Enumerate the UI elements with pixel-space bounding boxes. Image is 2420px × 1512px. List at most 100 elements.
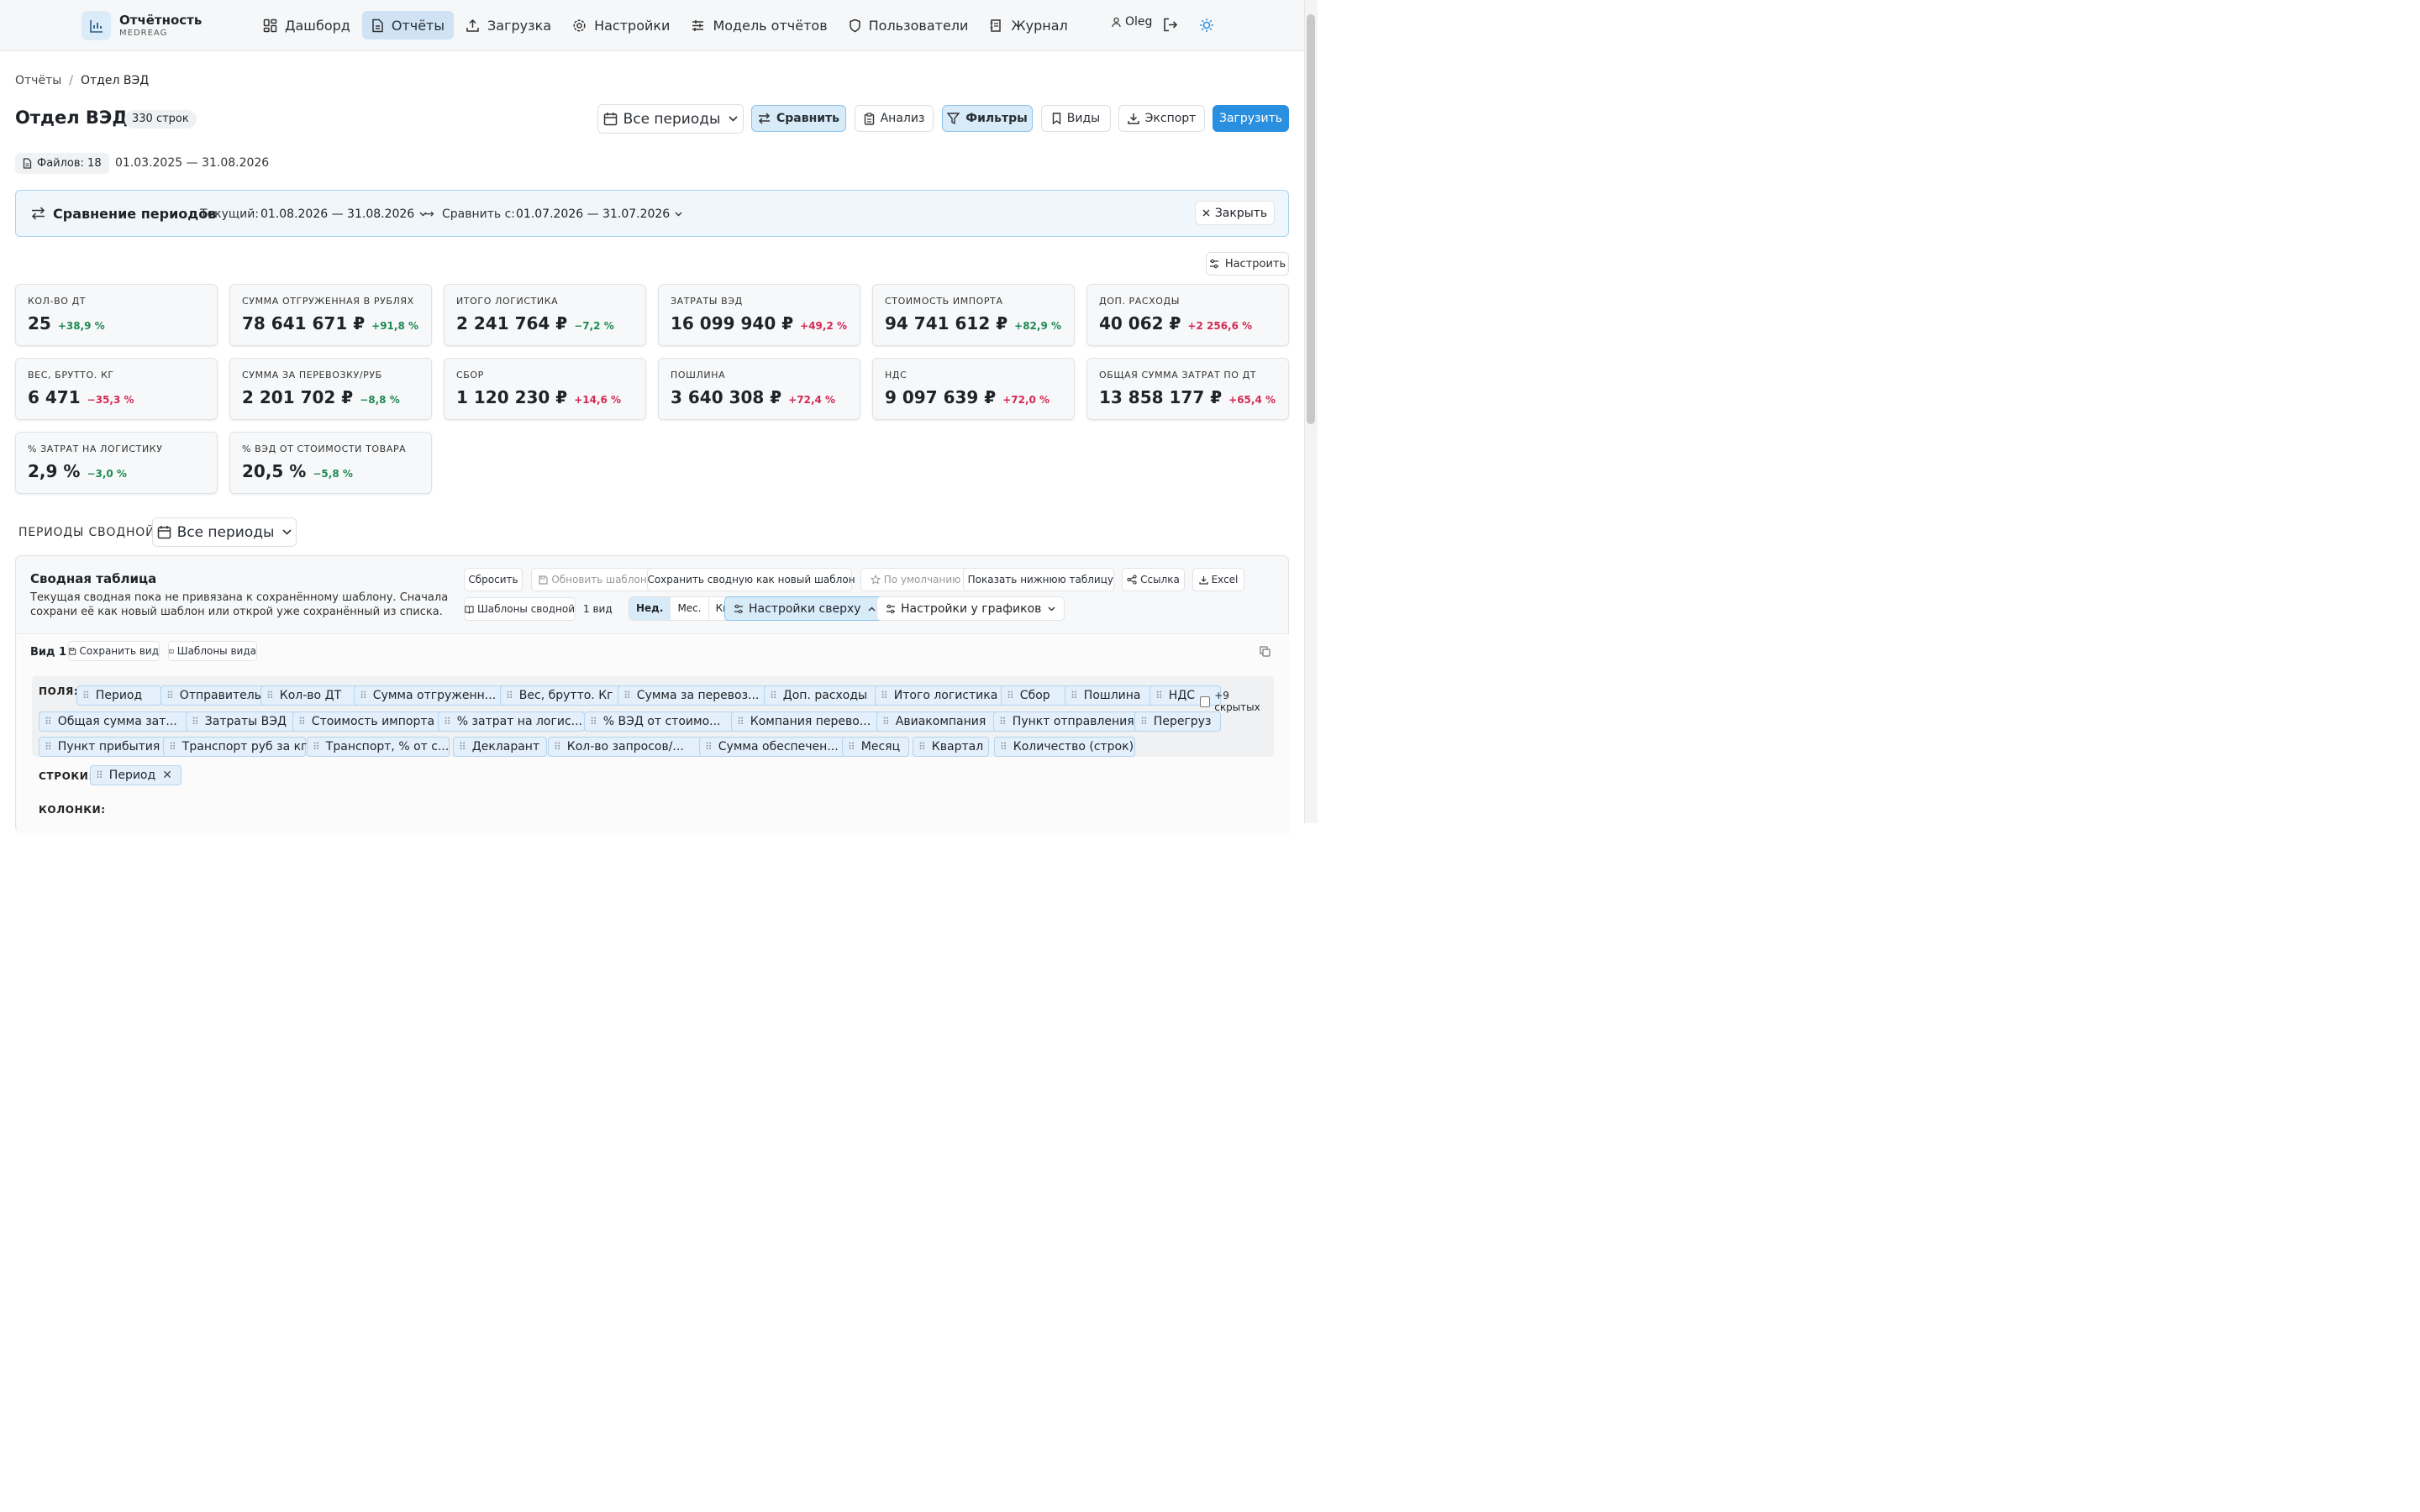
nav-dashboard[interactable]: Дашборд bbox=[254, 11, 360, 39]
share-link-button[interactable]: Ссылка bbox=[1122, 568, 1185, 591]
show-hidden-fields-checkbox[interactable]: +9 скрытых bbox=[1200, 690, 1274, 713]
export-button[interactable]: Экспорт bbox=[1118, 105, 1205, 132]
granularity-week[interactable]: Нед. bbox=[629, 597, 671, 620]
filters-button[interactable]: Фильтры bbox=[942, 105, 1033, 132]
drag-handle-icon[interactable]: ⠿ bbox=[45, 716, 52, 727]
drag-handle-icon[interactable]: ⠿ bbox=[45, 741, 52, 753]
field-chip[interactable]: ⠿ Пункт прибытия bbox=[39, 737, 179, 757]
views-button[interactable]: Виды bbox=[1041, 105, 1111, 132]
row-field-chip[interactable]: ⠿ Период ✕ bbox=[90, 765, 182, 785]
view-templates-button[interactable]: Шаблоны вида bbox=[168, 641, 257, 661]
nav-report-model[interactable]: Модель отчётов bbox=[681, 11, 836, 39]
nav-settings[interactable]: Настройки bbox=[563, 11, 679, 39]
drag-handle-icon[interactable]: ⠿ bbox=[192, 716, 199, 727]
remove-icon[interactable]: ✕ bbox=[162, 769, 172, 782]
drag-handle-icon[interactable]: ⠿ bbox=[1071, 690, 1078, 701]
user-menu[interactable]: Oleg bbox=[1111, 15, 1152, 29]
upload-button[interactable]: Загрузить bbox=[1213, 105, 1289, 132]
field-chip[interactable]: ⠿ Транспорт, % от с... bbox=[307, 737, 450, 757]
drag-handle-icon[interactable]: ⠿ bbox=[737, 716, 744, 727]
field-chip[interactable]: ⠿ Количество (строк) bbox=[994, 737, 1135, 757]
field-chip[interactable]: ⠿ Затраты ВЭД bbox=[186, 711, 301, 732]
drag-handle-icon[interactable]: ⠿ bbox=[360, 690, 367, 701]
save-view-button[interactable]: Сохранить вид bbox=[68, 641, 160, 661]
field-chip[interactable]: ⠿ Стоимость импорта bbox=[292, 711, 447, 732]
settings-top-toggle[interactable]: Настройки сверху bbox=[724, 596, 885, 621]
granularity-month[interactable]: Мес. bbox=[671, 597, 709, 620]
excel-export-button[interactable]: Excel bbox=[1192, 568, 1244, 591]
field-chip[interactable]: ⠿ Вес, брутто. Кг bbox=[500, 685, 630, 706]
pivot-templates-button[interactable]: Шаблоны сводной bbox=[464, 597, 576, 621]
compare-period-select[interactable]: 01.07.2026 — 31.07.2026 bbox=[516, 207, 682, 221]
field-chip[interactable]: ⠿ Сумма за перевоз... bbox=[618, 685, 781, 706]
update-template-button[interactable]: Обновить шаблон bbox=[531, 568, 655, 591]
field-chip[interactable]: ⠿ Декларант bbox=[453, 737, 547, 757]
drag-handle-icon[interactable]: ⠿ bbox=[506, 690, 513, 701]
analysis-button[interactable]: Анализ bbox=[855, 105, 934, 132]
drag-handle-icon[interactable]: ⠿ bbox=[1155, 690, 1163, 701]
drag-handle-icon[interactable]: ⠿ bbox=[459, 741, 466, 753]
drag-handle-icon[interactable]: ⠿ bbox=[444, 716, 451, 727]
field-chip[interactable]: ⠿ Период bbox=[76, 685, 161, 706]
drag-handle-icon[interactable]: ⠿ bbox=[169, 741, 176, 753]
theme-toggle-sun-icon[interactable] bbox=[1199, 18, 1214, 36]
period-select[interactable]: Все периоды bbox=[597, 104, 744, 134]
drag-handle-icon[interactable]: ⠿ bbox=[882, 716, 890, 727]
close-comparison-button[interactable]: Закрыть bbox=[1195, 201, 1275, 225]
drag-handle-icon[interactable]: ⠿ bbox=[770, 690, 777, 701]
field-chip[interactable]: ⠿ Сбор bbox=[1001, 685, 1075, 706]
drag-handle-icon[interactable]: ⠿ bbox=[1007, 690, 1014, 701]
drag-handle-icon[interactable]: ⠿ bbox=[82, 690, 90, 701]
compare-button[interactable]: Сравнить bbox=[751, 105, 846, 132]
field-chip[interactable]: ⠿ Пункт отправления bbox=[993, 711, 1144, 732]
nav-journal[interactable]: Журнал bbox=[980, 11, 1076, 39]
field-chip[interactable]: ⠿ Транспорт руб за кг bbox=[163, 737, 307, 757]
configure-kpi-button[interactable]: Настроить bbox=[1206, 252, 1289, 276]
drag-handle-icon[interactable]: ⠿ bbox=[590, 716, 597, 727]
field-chip[interactable]: ⠿ Сумма обеспечен... bbox=[699, 737, 845, 757]
save-as-template-button[interactable]: Сохранить сводную как новый шаблон bbox=[647, 568, 855, 591]
drag-handle-icon[interactable]: ⠿ bbox=[313, 741, 320, 753]
field-chip[interactable]: ⠿ Квартал bbox=[913, 737, 989, 757]
field-chip[interactable]: ⠿ % затрат на логис... bbox=[438, 711, 585, 732]
current-period-select[interactable]: 01.08.2026 — 31.08.2026 bbox=[260, 207, 427, 221]
field-chip[interactable]: ⠿ Кол-во запросов/... bbox=[548, 737, 703, 757]
field-chip[interactable]: ⠿ Месяц bbox=[842, 737, 909, 757]
drag-handle-icon[interactable]: ⠿ bbox=[623, 690, 631, 701]
field-chip[interactable]: ⠿ Отправитель bbox=[160, 685, 276, 706]
drag-handle-icon[interactable]: ⠿ bbox=[881, 690, 888, 701]
nav-users[interactable]: Пользователи bbox=[839, 11, 978, 39]
drag-handle-icon[interactable]: ⠿ bbox=[96, 769, 103, 781]
field-chip[interactable]: ⠿ Общая сумма зат... bbox=[39, 711, 192, 732]
drag-handle-icon[interactable]: ⠿ bbox=[705, 741, 713, 753]
field-chip[interactable]: ⠿ Перегруз bbox=[1134, 711, 1221, 732]
drag-handle-icon[interactable]: ⠿ bbox=[848, 741, 855, 753]
drag-handle-icon[interactable]: ⠿ bbox=[266, 690, 274, 701]
set-default-button[interactable]: По умолчанию bbox=[860, 568, 971, 591]
drag-handle-icon[interactable]: ⠿ bbox=[1140, 716, 1148, 727]
field-chip[interactable]: ⠿ Пошлина bbox=[1065, 685, 1159, 706]
drag-handle-icon[interactable]: ⠿ bbox=[918, 741, 926, 753]
field-chip[interactable]: ⠿ Доп. расходы bbox=[764, 685, 891, 706]
field-chip[interactable]: ⠿ Кол-во ДТ bbox=[260, 685, 367, 706]
drag-handle-icon[interactable]: ⠿ bbox=[1000, 741, 1007, 753]
field-chip[interactable]: ⠿ Компания перево... bbox=[731, 711, 885, 732]
pivot-period-select[interactable]: Все периоды bbox=[152, 517, 297, 547]
scrollbar-thumb[interactable] bbox=[1307, 14, 1315, 424]
nav-reports[interactable]: Отчёты bbox=[361, 11, 454, 39]
field-chip[interactable]: ⠿ Авиакомпания bbox=[876, 711, 1008, 732]
checkbox[interactable] bbox=[1200, 696, 1211, 707]
nav-upload[interactable]: Загрузка bbox=[456, 11, 560, 39]
brand[interactable]: Отчётность MEDREAG bbox=[82, 11, 202, 40]
breadcrumb-root[interactable]: Отчёты bbox=[15, 74, 61, 87]
field-chip[interactable]: ⠿ Итого логистика bbox=[875, 685, 1015, 706]
reset-button[interactable]: Сбросить bbox=[464, 568, 523, 591]
drag-handle-icon[interactable]: ⠿ bbox=[298, 716, 306, 727]
show-bottom-table-button[interactable]: Показать нижнюю таблицу bbox=[963, 568, 1114, 591]
field-chip[interactable]: ⠿ Сумма отгруженн... bbox=[354, 685, 515, 706]
drag-handle-icon[interactable]: ⠿ bbox=[554, 741, 561, 753]
drag-handle-icon[interactable]: ⠿ bbox=[999, 716, 1007, 727]
copy-icon[interactable] bbox=[1260, 644, 1270, 660]
settings-charts-toggle[interactable]: Настройки у графиков bbox=[876, 596, 1065, 621]
field-chip[interactable]: ⠿ % ВЭД от стоимо... bbox=[584, 711, 734, 732]
